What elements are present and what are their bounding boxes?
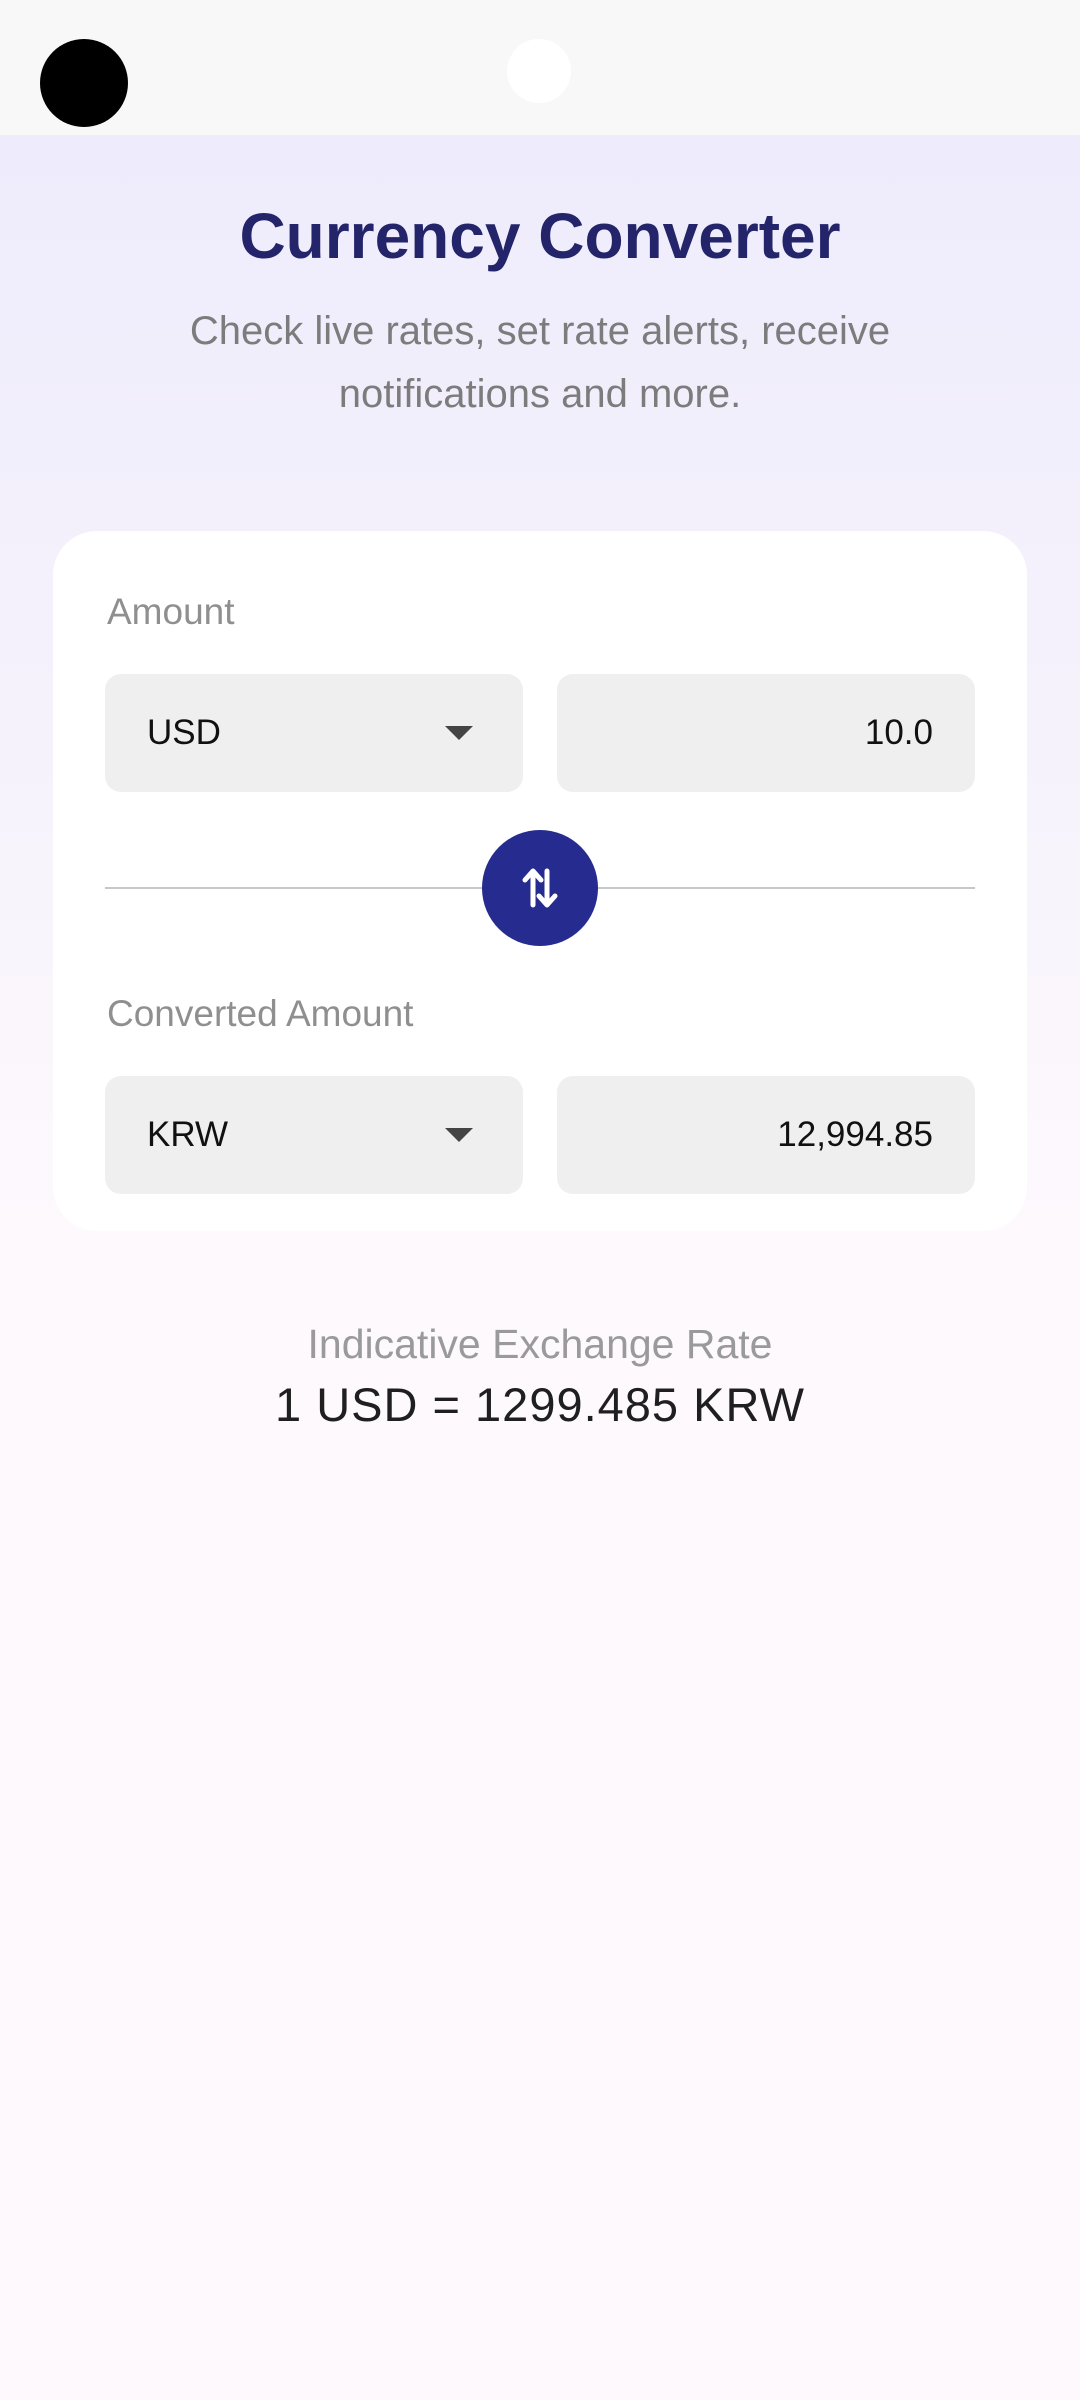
to-currency-dropdown[interactable]: KRW	[105, 1076, 523, 1194]
converted-amount-value: 12,994.85	[777, 1115, 933, 1154]
from-currency-value: USD	[147, 713, 221, 752]
status-bar	[0, 0, 1080, 135]
from-currency-dropdown[interactable]: USD	[105, 674, 523, 792]
swap-vertical-icon	[522, 868, 558, 908]
page-title: Currency Converter	[239, 200, 841, 272]
converted-amount-label: Converted Amount	[107, 993, 414, 1034]
page-background	[0, 135, 1080, 2400]
chevron-down-icon	[445, 1128, 473, 1142]
chevron-down-icon	[445, 726, 473, 740]
notch-indicator	[507, 39, 571, 103]
to-currency-value: KRW	[147, 1115, 229, 1154]
page-subtitle: Check live rates, set rate alerts, recei…	[189, 309, 891, 416]
exchange-rate-value: 1 USD = 1299.485 KRW	[275, 1378, 805, 1431]
amount-input-value: 10.0	[864, 713, 933, 752]
amount-label: Amount	[107, 591, 235, 632]
camera-cutout	[40, 39, 128, 127]
swap-currencies-button[interactable]	[482, 830, 598, 946]
exchange-rate-label: Indicative Exchange Rate	[307, 1321, 773, 1367]
amount-input[interactable]: 10.0	[557, 674, 975, 792]
converted-amount-field[interactable]: 12,994.85	[557, 1076, 975, 1194]
